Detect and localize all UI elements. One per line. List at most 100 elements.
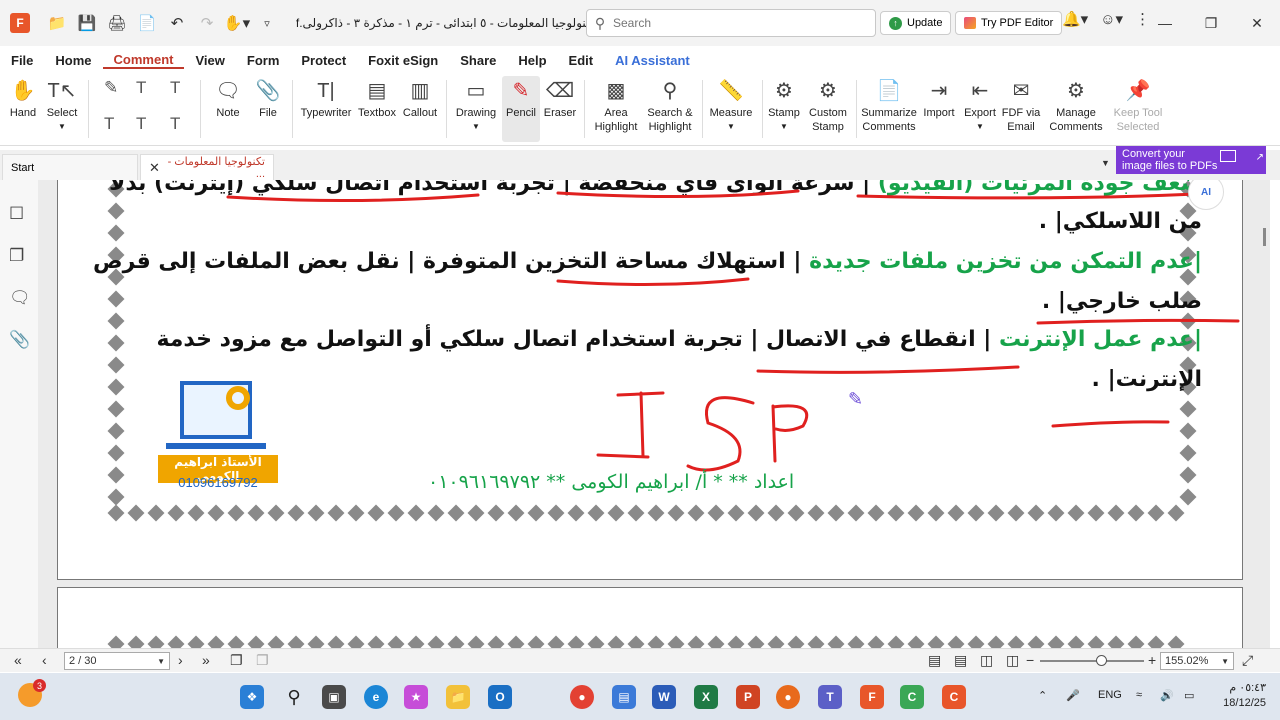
attachment-icon[interactable]: 📎 — [9, 330, 30, 350]
drawing-tool[interactable]: ▭ Drawing ▼ — [452, 76, 500, 134]
customize-dropdown-icon[interactable]: ▿ — [252, 8, 282, 38]
file-attach-tool[interactable]: 📎 File — [252, 76, 284, 120]
chrome-icon[interactable]: ● — [570, 685, 594, 709]
close-icon[interactable]: ✕ — [1234, 0, 1280, 46]
hand-tool[interactable]: ✋ Hand — [6, 76, 40, 120]
restore-icon[interactable]: ❐ — [1188, 0, 1234, 46]
previous-page-icon[interactable]: ‹ — [42, 652, 47, 668]
search-input[interactable] — [613, 16, 853, 30]
zoom-level-field[interactable]: 155.02% ▼ — [1160, 652, 1234, 670]
try-pdf-editor-button[interactable]: Try PDF Editor — [955, 11, 1063, 35]
search-box[interactable]: ⚲ — [586, 9, 876, 37]
zoom-out-icon[interactable]: − — [1026, 652, 1034, 668]
facing-page-icon[interactable]: ◫ — [980, 652, 993, 669]
copilot-icon[interactable]: ★ — [404, 685, 428, 709]
powerpoint-icon[interactable]: P — [736, 685, 760, 709]
menu-protect[interactable]: Protect — [290, 53, 357, 68]
vertical-scrollbar[interactable] — [1263, 228, 1266, 246]
search-taskbar-icon[interactable]: ⚲ — [282, 685, 306, 709]
keep-tool-selected[interactable]: 📌 Keep Tool Selected — [1112, 76, 1164, 134]
weather-widget-icon[interactable]: 3 — [18, 679, 46, 707]
menu-comment[interactable]: Comment — [102, 52, 185, 69]
word-icon[interactable]: W — [652, 685, 676, 709]
hand-dropdown-icon[interactable]: ✋▾ — [222, 8, 252, 38]
notepad-icon[interactable]: ▤ — [612, 685, 636, 709]
wifi-icon[interactable]: ≈ — [1136, 689, 1142, 701]
account-icon[interactable]: ☺▾ — [1100, 10, 1123, 28]
measure-tool[interactable]: 📏 Measure ▼ — [706, 76, 756, 134]
battery-icon[interactable]: ▭ — [1184, 689, 1194, 702]
fdf-via-email-tool[interactable]: ✉ FDF via Email — [1000, 76, 1042, 134]
eraser-tool[interactable]: ⌫ Eraser — [542, 76, 578, 120]
underline-text-icon[interactable]: T — [136, 78, 146, 98]
menu-foxit-esign[interactable]: Foxit eSign — [357, 53, 449, 68]
summarize-comments-tool[interactable]: 📄 Summarize Comments — [860, 76, 918, 134]
note-tool[interactable]: 🗨 Note — [212, 76, 244, 120]
print-icon[interactable]: 🖨 — [102, 8, 132, 38]
highlight-icon[interactable]: ✎ — [104, 78, 118, 98]
start-icon[interactable]: ❖ — [240, 685, 264, 709]
tabs-dropdown-icon[interactable]: ▼ — [1101, 158, 1110, 168]
strikeout-text-icon[interactable]: T — [104, 114, 114, 134]
firefox-icon[interactable]: ● — [776, 685, 800, 709]
file-explorer-icon[interactable]: 📁 — [446, 685, 470, 709]
excel-icon[interactable]: X — [694, 685, 718, 709]
bookmark-icon[interactable]: ☐ — [9, 204, 24, 224]
menu-form[interactable]: Form — [236, 53, 291, 68]
single-page-icon[interactable]: ▤ — [928, 652, 941, 669]
camtasia-orange-icon[interactable]: C — [942, 685, 966, 709]
open-folder-icon[interactable]: 📁 — [42, 8, 72, 38]
zoom-slider-knob[interactable] — [1096, 655, 1107, 666]
menu-edit[interactable]: Edit — [558, 53, 605, 68]
tab-document[interactable]: تكنولوجيا المعلومات - ... ✕ — [140, 154, 274, 180]
import-tool[interactable]: ⇥ Import — [920, 76, 958, 120]
tray-overflow-icon[interactable]: ⌃ — [1038, 689, 1047, 702]
minimize-icon[interactable]: — — [1142, 0, 1188, 46]
page-number-field[interactable]: 2 / 30 ▼ — [64, 652, 170, 670]
camtasia-green-icon[interactable]: C — [900, 685, 924, 709]
next-page-icon[interactable]: › — [178, 652, 183, 668]
language-indicator[interactable]: ENG — [1098, 689, 1122, 701]
previous-view-icon[interactable]: ❐ — [230, 652, 243, 669]
insert-text-icon[interactable]: T — [170, 114, 180, 134]
select-tool[interactable]: T↖ Select ▼ — [44, 76, 80, 134]
system-clock[interactable]: ٠٥:٤٣ م 18/12/25 — [1214, 681, 1266, 711]
stamp-tool[interactable]: ⚙ Stamp ▼ — [766, 76, 802, 134]
new-doc-icon[interactable]: 📄 — [132, 8, 162, 38]
menu-share[interactable]: Share — [449, 53, 507, 68]
last-page-icon[interactable]: » — [202, 652, 210, 668]
teams-icon[interactable]: T — [818, 685, 842, 709]
bell-icon[interactable]: 🔔▾ — [1062, 10, 1088, 28]
convert-banner[interactable]: Convert your image files to PDFs ↗ — [1116, 146, 1266, 174]
edge-icon[interactable]: e — [364, 685, 388, 709]
menu-home[interactable]: Home — [44, 53, 102, 68]
menu-help[interactable]: Help — [507, 53, 557, 68]
search-highlight-tool[interactable]: ⚲ Search & Highlight — [644, 76, 696, 134]
foxit-taskbar-icon[interactable]: F — [860, 685, 884, 709]
task-view-icon[interactable]: ▣ — [322, 685, 346, 709]
manage-comments-tool[interactable]: ⚙ Manage Comments — [1044, 76, 1108, 134]
menu-file[interactable]: File — [0, 53, 44, 68]
continuous-page-icon[interactable]: ▤ — [954, 652, 967, 669]
redo-icon[interactable]: ↷ — [192, 8, 222, 38]
close-tab-icon[interactable]: ✕ — [149, 160, 160, 176]
zoom-slider[interactable] — [1040, 655, 1144, 666]
comments-icon[interactable]: 🗨 — [9, 288, 31, 308]
typewriter-tool[interactable]: T| Typewriter — [298, 76, 354, 120]
custom-stamp-tool[interactable]: ⚙ Custom Stamp — [804, 76, 852, 134]
continuous-facing-icon[interactable]: ◫ — [1006, 652, 1019, 669]
squiggly-text-icon[interactable]: T — [170, 78, 180, 98]
tab-start[interactable]: Start — [2, 154, 138, 180]
microphone-icon[interactable]: 🎤 — [1066, 689, 1080, 702]
first-page-icon[interactable]: « — [14, 652, 22, 668]
callout-tool[interactable]: ▥ Callout — [400, 76, 440, 120]
undo-icon[interactable]: ↶ — [162, 8, 192, 38]
menu-ai-assistant[interactable]: AI Assistant — [604, 53, 701, 68]
replace-text-icon[interactable]: T — [136, 114, 146, 134]
save-icon[interactable]: 💾 — [72, 8, 102, 38]
area-highlight-tool[interactable]: ▩ Area Highlight — [590, 76, 642, 134]
pencil-tool[interactable]: ✎ Pencil — [502, 76, 540, 142]
outlook-icon[interactable]: O — [488, 685, 512, 709]
zoom-in-icon[interactable]: + — [1148, 652, 1156, 668]
export-tool[interactable]: ⇤ Export ▼ — [960, 76, 1000, 134]
